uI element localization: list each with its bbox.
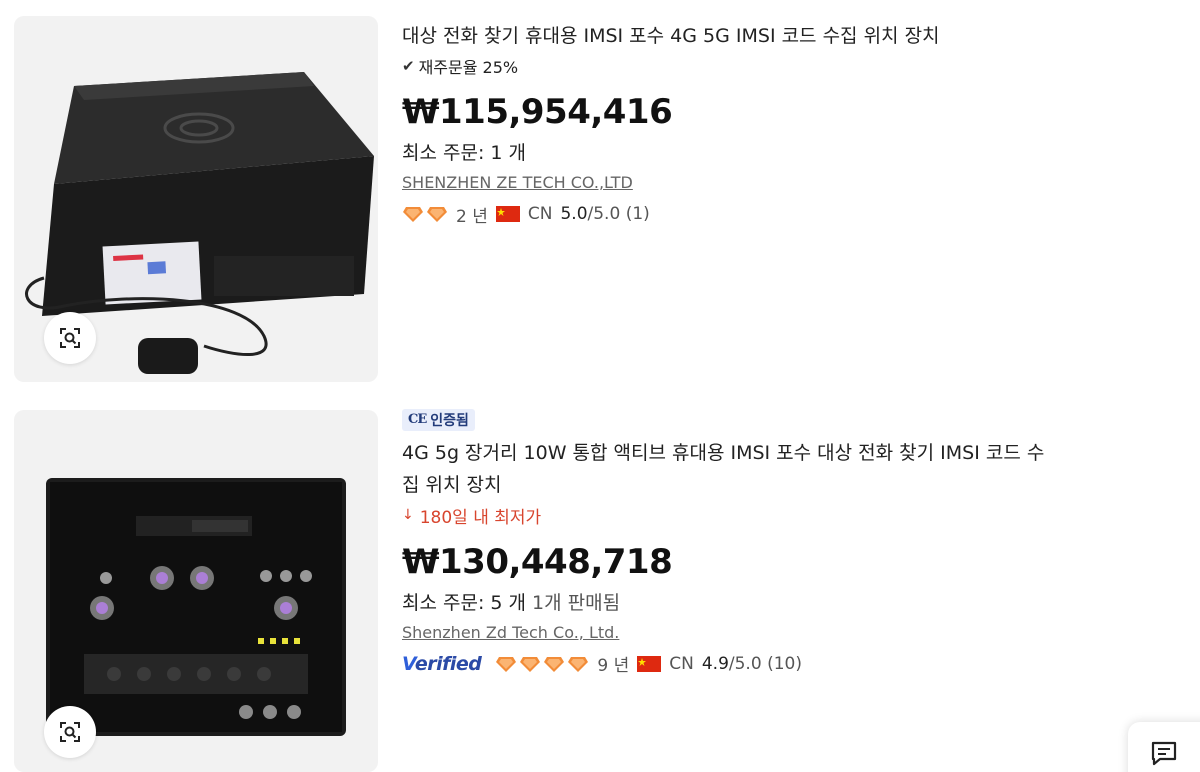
check-icon: ✔ (402, 57, 415, 75)
image-search-button[interactable] (44, 706, 96, 758)
supplier-rating: 5.0/5.0 (1) (560, 204, 650, 224)
product-title-line[interactable]: 4G 5g 장거리 10W 통합 액티브 휴대용 IMSI 포수 대상 전화 찾… (402, 437, 1180, 469)
diamond-icon (427, 207, 447, 222)
lowest-price-tag: ↓ 180일 내 최저가 (402, 503, 1180, 528)
supplier-years: 2 년 (456, 206, 488, 227)
supplier-link[interactable]: SHENZHEN ZE TECH CO.,LTD (402, 170, 633, 196)
supplier-link[interactable]: Shenzhen Zd Tech Co., Ltd. (402, 620, 619, 646)
reorder-rate: ✔ 재주문율 25% (402, 54, 1180, 78)
min-order: 최소 주문: 5 개 (402, 591, 527, 614)
image-search-icon (60, 328, 80, 348)
diamond-rating (402, 205, 448, 223)
arrow-down-icon: ↓ (402, 507, 414, 523)
product-card[interactable]: CE 인증됨 4G 5g 장거리 10W 통합 액티브 휴대용 IMSI 포수 … (0, 400, 1200, 772)
product-title[interactable]: 대상 전화 찾기 휴대용 IMSI 포수 4G 5G IMSI 코드 수집 위치… (402, 20, 1180, 52)
supplier-rating: 4.9/5.0 (10) (701, 653, 802, 674)
ce-certified-badge: CE 인증됨 (402, 408, 475, 431)
supplier-meta: 2 년 CN 5.0/5.0 (1) (402, 200, 1180, 228)
sold-count: 1개 판매됨 (532, 591, 621, 614)
min-order-line: 최소 주문: 5 개 1개 판매됨 (402, 588, 1180, 618)
chat-button[interactable] (1128, 722, 1200, 772)
chat-icon (1151, 741, 1177, 766)
ce-mark-icon: CE (408, 412, 427, 427)
country-code: CN (527, 204, 553, 224)
china-flag-icon (495, 206, 520, 222)
image-search-button[interactable] (44, 312, 96, 364)
product-card[interactable]: 대상 전화 찾기 휴대용 IMSI 포수 4G 5G IMSI 코드 수집 위치… (0, 0, 1200, 400)
lowest-price-text: 180일 내 최저가 (419, 507, 542, 528)
china-flag-icon (637, 655, 662, 672)
diamond-rating (495, 655, 589, 673)
product-image[interactable] (14, 16, 378, 382)
product-image[interactable] (14, 410, 378, 772)
reorder-rate-text: 재주문율 25% (418, 58, 519, 77)
min-order: 최소 주문: 1 개 (402, 142, 527, 164)
supplier-years: 9 년 (597, 656, 630, 676)
product-price: ₩115,954,416 (402, 92, 673, 132)
product-title-line[interactable]: 집 위치 장치 (402, 469, 1180, 501)
product-price: ₩130,448,718 (402, 541, 673, 582)
product-info: CE 인증됨 4G 5g 장거리 10W 통합 액티브 휴대용 IMSI 포수 … (402, 408, 1180, 678)
image-search-icon (60, 722, 80, 742)
diamond-icon (568, 656, 589, 672)
country-code: CN (669, 653, 694, 674)
diamond-icon (403, 207, 423, 222)
diamond-icon (496, 656, 517, 672)
diamond-icon (520, 656, 541, 672)
diamond-icon (544, 656, 565, 672)
verified-badge[interactable]: Verified (402, 653, 482, 675)
certified-label: 인증됨 (430, 412, 469, 429)
supplier-meta: Verified 9 년 CN 4.9/5.0 (10) (402, 650, 1180, 678)
product-title[interactable]: 4G 5g 장거리 10W 통합 액티브 휴대용 IMSI 포수 대상 전화 찾… (402, 437, 1180, 501)
product-info: 대상 전화 찾기 휴대용 IMSI 포수 4G 5G IMSI 코드 수집 위치… (402, 20, 1180, 228)
